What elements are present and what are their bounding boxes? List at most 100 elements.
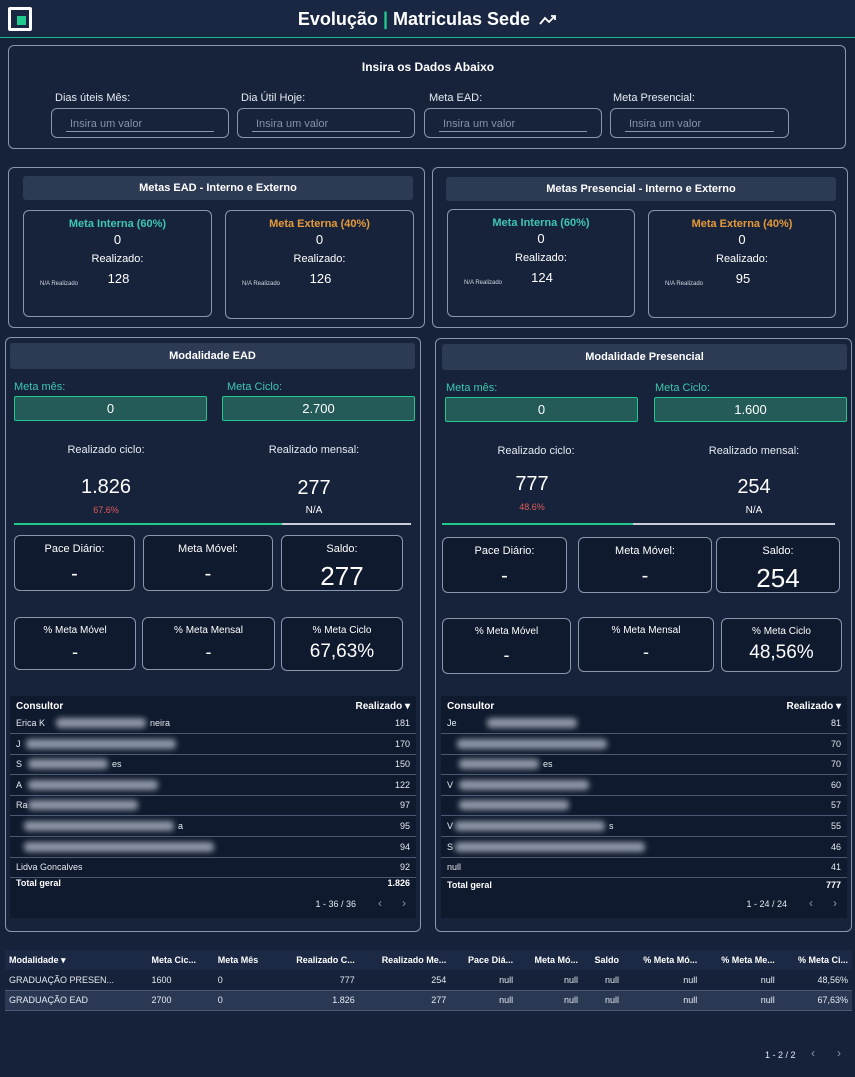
prev-page-icon[interactable]: ‹ <box>811 1046 815 1060</box>
table-row[interactable]: Ra 97 <box>10 796 416 817</box>
realizado-value: 92 <box>399 862 410 873</box>
redacted-name <box>487 718 577 728</box>
summary-pager-label: 1 - 2 / 2 <box>765 1050 796 1060</box>
summary-cell: 0 <box>217 974 223 985</box>
realizado-value: 46 <box>830 841 841 852</box>
table-row[interactable]: Je 81 <box>441 714 847 734</box>
modalidade-ead-title: Modalidade EAD <box>10 343 415 369</box>
pct-meta-movel-value: - <box>503 645 510 665</box>
summary-row[interactable]: GRADUAÇÃO EAD 2700 0 1.826 277 null null null nu… <box>5 990 852 1010</box>
meta-ciclo-label: Meta Ciclo: <box>655 382 711 394</box>
summary-cell: null <box>499 995 514 1005</box>
meta-ead-input[interactable]: Insira um valor <box>424 108 602 138</box>
realizado-value: 70 <box>830 759 841 770</box>
realizado-mensal-label: Realizado mensal: <box>268 444 360 456</box>
table-row[interactable]: 94 <box>10 838 416 858</box>
redacted-name <box>26 738 176 749</box>
table-row[interactable]: S 46 <box>441 838 847 858</box>
saldo-value: 277 <box>320 561 364 591</box>
table-row[interactable]: a 95 <box>10 817 416 837</box>
column-header-realizado[interactable]: Realizado ▾ <box>787 701 841 712</box>
pct-meta-movel-label: % Meta Móvel <box>43 625 107 636</box>
dia-util-hoje-input[interactable]: Insira um valor <box>237 108 415 138</box>
consultor-name: J <box>16 738 21 749</box>
summary-column-header[interactable]: % Meta Me... <box>701 950 779 970</box>
dia-util-hoje-label: Dia Útil Hoje: <box>241 92 306 104</box>
meta-interna-label: Meta Interna (60%) <box>492 217 590 229</box>
realizado-ciclo-label: Realizado ciclo: <box>497 445 575 457</box>
consultor-name-tail: a <box>178 821 184 831</box>
summary-cell: 1600 <box>151 974 172 985</box>
table-row[interactable]: Erica K neira 181 <box>10 714 416 734</box>
consultor-name-tail: s <box>609 821 614 831</box>
pace-diario-label: Pace Diário: <box>474 545 535 557</box>
meta-mes-value: 0 <box>445 397 638 422</box>
summary-cell: 0 <box>217 995 223 1005</box>
column-header-realizado[interactable]: Realizado ▾ <box>356 701 410 712</box>
table-row[interactable]: 57 <box>441 796 847 817</box>
pace-diario-card: Pace Diário: - <box>442 537 567 593</box>
saldo-label: Saldo: <box>326 543 358 555</box>
summary-cell: null <box>760 995 775 1005</box>
summary-row[interactable]: GRADUAÇÃO PRESEN... 1600 0 777 254 null null nu… <box>5 970 852 990</box>
meta-movel-card: Meta Móvel: - <box>578 537 712 593</box>
pct-meta-mensal-card: % Meta Mensal - <box>142 617 275 670</box>
summary-column-header[interactable]: Modalidade ▾ <box>5 950 148 970</box>
placeholder: Insira um valor <box>443 118 516 130</box>
table-body: Erica K neira 181 J 170 Ses 150 A 122 Ra 97 a 95 94 Li… <box>10 714 416 884</box>
pct-meta-mensal-value: - <box>205 642 212 662</box>
table-row[interactable]: Lidva Goncalves 92 <box>10 858 416 879</box>
next-page-icon[interactable]: › <box>402 896 406 910</box>
pct-meta-mensal-value: - <box>643 642 649 662</box>
pct-meta-mensal-label: % Meta Mensal <box>174 625 243 636</box>
table-row[interactable]: A 122 <box>10 776 416 796</box>
meta-interna-value: 0 <box>537 231 545 246</box>
meta-externa-value: 0 <box>315 232 324 247</box>
summary-cell: 48,56% <box>817 974 848 985</box>
next-page-icon[interactable]: › <box>833 896 837 910</box>
realizado-value: 128 <box>107 271 130 286</box>
column-header-consultor[interactable]: Consultor <box>16 701 63 712</box>
table-row[interactable]: es 70 <box>441 755 847 776</box>
consultor-name: V <box>447 821 454 831</box>
realizado-ciclo-pct: 67.6% <box>93 505 119 515</box>
summary-column-header[interactable]: % Meta Mó... <box>623 950 701 970</box>
progress-fill <box>14 523 283 525</box>
realizado-label: Realizado: <box>91 253 144 265</box>
summary-column-header[interactable]: Meta Cic... <box>148 950 214 970</box>
summary-column-header[interactable]: Pace Diá... <box>450 950 517 970</box>
prev-page-icon[interactable]: ‹ <box>809 896 813 910</box>
dias-uteis-input[interactable]: Insira um valor <box>51 108 229 138</box>
next-page-icon[interactable]: › <box>837 1046 841 1060</box>
column-header-consultor[interactable]: Consultor <box>447 701 494 712</box>
table-row[interactable]: J 170 <box>10 735 416 755</box>
table-row[interactable]: Ses 150 <box>10 755 416 776</box>
table-row[interactable]: null 41 <box>441 858 847 879</box>
summary-cell: null <box>605 974 620 985</box>
summary-column-header[interactable]: % Meta Ci... <box>779 950 852 970</box>
summary-column-header[interactable]: Saldo <box>582 950 623 970</box>
summary-cell: 2700 <box>151 995 172 1005</box>
meta-mes-label: Meta mês: <box>14 381 66 393</box>
summary-column-header[interactable]: Meta Mês <box>214 950 275 970</box>
metas-ead-title: Metas EAD - Interno e Externo <box>23 176 413 200</box>
realizado-label: Realizado: <box>293 253 346 265</box>
summary-cell: 1.826 <box>332 995 355 1005</box>
table-row[interactable]: Vs 55 <box>441 817 847 837</box>
redacted-name <box>28 800 138 811</box>
pct-meta-mensal-label: % Meta Mensal <box>611 625 681 636</box>
summary-column-header[interactable]: Realizado Me... <box>359 950 450 970</box>
realizado-value: 41 <box>830 862 841 873</box>
summary-column-header[interactable]: Realizado C... <box>275 950 359 970</box>
realizado-mensal-value: 277 <box>297 477 331 499</box>
prev-page-icon[interactable]: ‹ <box>378 896 382 910</box>
summary-cell: null <box>564 974 579 985</box>
saldo-card: Saldo: 254 <box>716 537 840 593</box>
meta-presencial-input[interactable]: Insira um valor <box>610 108 789 138</box>
title-part-a: Evolução <box>297 9 378 29</box>
summary-column-header[interactable]: Meta Mó... <box>517 950 582 970</box>
table-row[interactable]: 70 <box>441 735 847 755</box>
consultor-name: A <box>16 779 23 790</box>
realizado-value: 57 <box>830 800 841 811</box>
table-row[interactable]: V 60 <box>441 776 847 796</box>
